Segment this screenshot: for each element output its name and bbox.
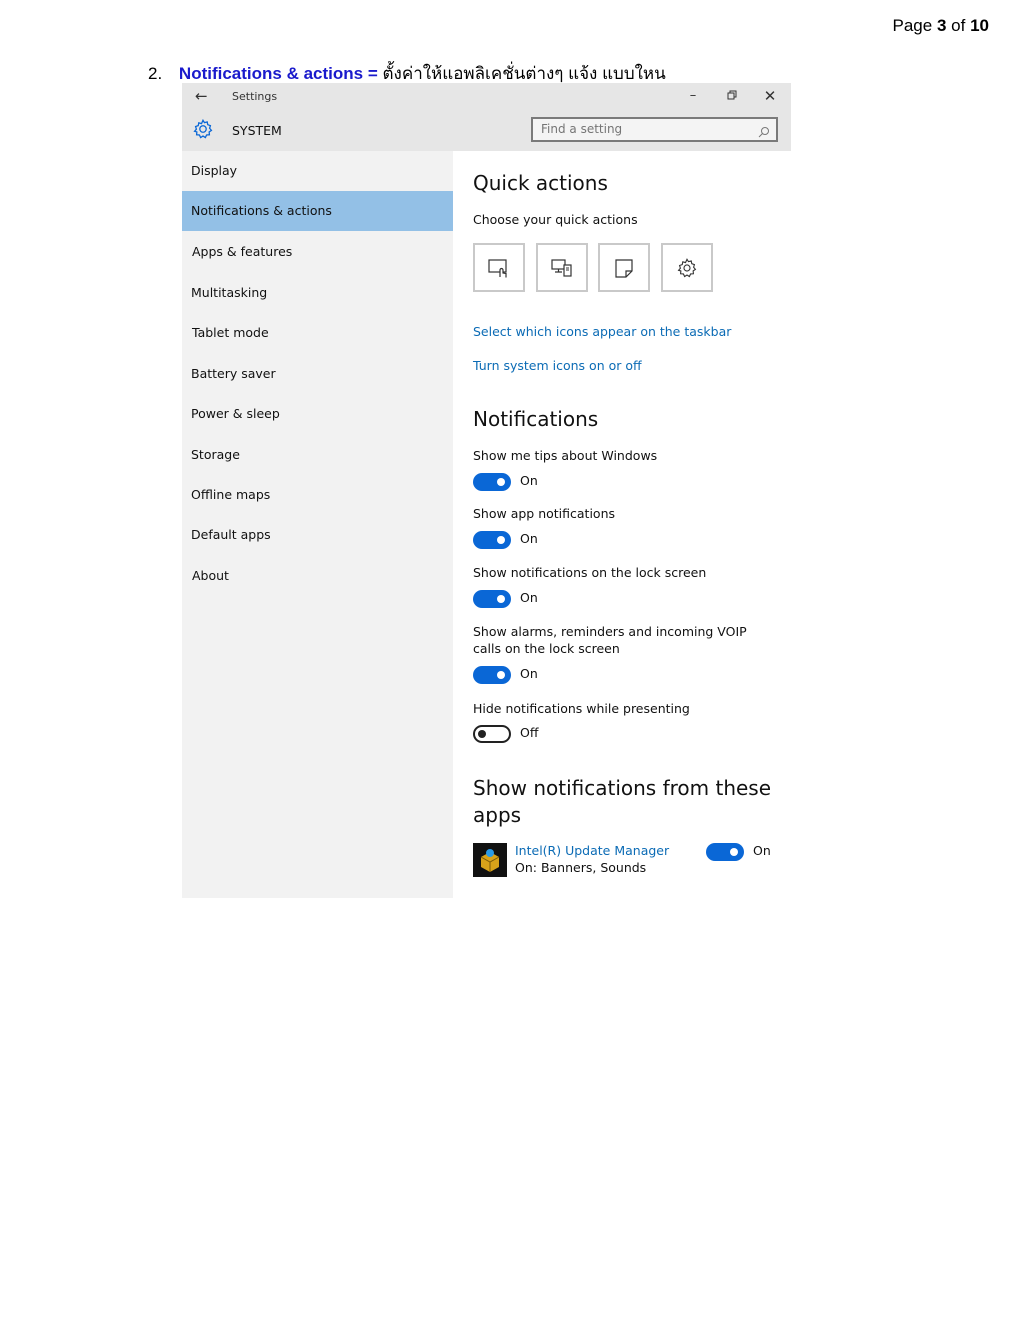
apps-section-title: Show notifications from these apps [473, 776, 772, 827]
back-arrow-icon[interactable]: ← [195, 87, 208, 105]
sidebar-item-default-apps[interactable]: Default apps [182, 515, 453, 555]
notifications-title: Notifications [473, 407, 599, 431]
toggle-alarms[interactable] [473, 666, 511, 684]
toggle-hide-presenting-state: Off [520, 725, 539, 740]
settings-header: SYSTEM [182, 111, 791, 151]
section-label: SYSTEM [232, 123, 282, 138]
setting-alarms-label: Show alarms, reminders and incoming VOIP… [473, 624, 747, 656]
sidebar-item-notifications[interactable]: Notifications & actions [182, 191, 453, 231]
quick-actions-subtitle: Choose your quick actions [473, 212, 638, 227]
title-bar: ← Settings – ✕ [182, 83, 791, 111]
restore-icon[interactable] [724, 89, 740, 104]
toggle-lock-screen[interactable] [473, 590, 511, 608]
sidebar-item-about[interactable]: About [182, 556, 453, 596]
toggle-app-notifications-state: On [520, 531, 538, 546]
settings-window: ← Settings – ✕ SYSTEM Display Notificati… [182, 83, 791, 898]
page-number: Page 3 of 10 [892, 16, 989, 35]
sidebar-item-tablet-mode[interactable]: Tablet mode [182, 313, 453, 353]
search-icon[interactable] [758, 123, 770, 142]
content-pane: Quick actions Choose your quick actions … [453, 151, 791, 898]
toggle-app-intel[interactable] [706, 843, 744, 861]
toggle-hide-presenting[interactable] [473, 725, 511, 743]
quick-action-tile-2[interactable] [536, 243, 588, 292]
system-gear-icon [192, 118, 214, 144]
heading-title: Notifications & actions = [178, 64, 378, 83]
search-box[interactable] [531, 117, 778, 142]
toggle-tips-state: On [520, 473, 538, 488]
app-detail: On: Banners, Sounds [515, 860, 647, 875]
setting-lock-screen-label: Show notifications on the lock screen [473, 565, 707, 580]
sidebar-item-display[interactable]: Display [182, 151, 453, 191]
sidebar-item-multitasking[interactable]: Multitasking [182, 273, 453, 313]
close-icon[interactable]: ✕ [762, 87, 778, 105]
toggle-app-intel-state: On [753, 843, 771, 858]
search-input[interactable] [541, 122, 751, 136]
quick-action-tile-3[interactable] [598, 243, 650, 292]
heading-number: 2. [148, 64, 163, 83]
setting-app-notifications-label: Show app notifications [473, 506, 616, 521]
toggle-lock-screen-state: On [520, 590, 538, 605]
toggle-alarms-state: On [520, 666, 538, 681]
system-icons-link[interactable]: Turn system icons on or off [473, 358, 642, 373]
sidebar-item-apps[interactable]: Apps & features [182, 232, 453, 272]
app-name[interactable]: Intel(R) Update Manager [515, 843, 669, 858]
quick-action-tile-1[interactable] [473, 243, 525, 292]
intel-update-manager-icon [473, 843, 507, 877]
sidebar: Display Notifications & actions Apps & f… [182, 151, 453, 898]
sidebar-item-offline-maps[interactable]: Offline maps [182, 475, 453, 515]
toggle-app-notifications[interactable] [473, 531, 511, 549]
window-title: Settings [232, 90, 278, 103]
quick-actions-title: Quick actions [473, 171, 608, 195]
sidebar-item-battery-saver[interactable]: Battery saver [182, 354, 453, 394]
sidebar-item-storage[interactable]: Storage [182, 435, 453, 475]
taskbar-icons-link[interactable]: Select which icons appear on the taskbar [473, 324, 731, 339]
quick-action-tile-4[interactable] [661, 243, 713, 292]
sidebar-item-power-sleep[interactable]: Power & sleep [182, 394, 453, 434]
minimize-icon[interactable]: – [685, 88, 701, 103]
setting-tips-label: Show me tips about Windows [473, 448, 658, 463]
heading-description: ตั้งค่าให้แอพลิเคชั่นต่างๆ แจ้ง แบบใหน [382, 64, 666, 83]
toggle-tips[interactable] [473, 473, 511, 491]
setting-hide-presenting-label: Hide notifications while presenting [473, 701, 690, 716]
